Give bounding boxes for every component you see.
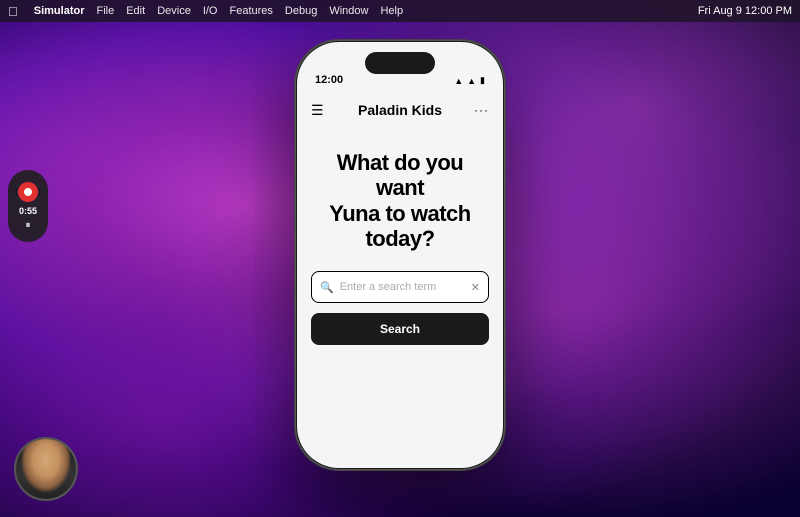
record-icon (24, 188, 32, 196)
window-menu[interactable]: Window (329, 5, 368, 17)
menubar-time: Fri Aug 9 12:00 PM (698, 5, 792, 17)
features-menu[interactable]: Features (229, 5, 272, 17)
apple-menu[interactable]:  (8, 4, 18, 19)
avatar (14, 437, 78, 501)
search-bar[interactable]: 🔍 Enter a search term ✕ (311, 271, 489, 303)
status-time: 12:00 (315, 74, 343, 86)
file-menu[interactable]: File (96, 5, 114, 17)
help-menu[interactable]: Help (380, 5, 403, 17)
search-input[interactable]: Enter a search term (340, 281, 465, 293)
record-button[interactable] (18, 182, 38, 202)
pause-icon[interactable]: ⏸ (26, 220, 31, 231)
app-content: What do you want Yuna to watch today? 🔍 … (297, 130, 503, 468)
dynamic-island (365, 52, 435, 74)
desktop:  Simulator File Edit Device I/O Feature… (0, 0, 800, 517)
menubar-left:  Simulator File Edit Device I/O Feature… (8, 4, 403, 19)
wifi-icon: ▲ (467, 76, 476, 86)
hero-line2: Yuna to watch today? (329, 201, 470, 251)
device-menu[interactable]: Device (157, 5, 191, 17)
iphone-frame: 12:00 ▲ ▲ ▮ ☰ Paladin Kids ··· What do y… (295, 40, 505, 470)
status-icons: ▲ ▲ ▮ (454, 75, 485, 86)
hamburger-icon[interactable]: ☰ (311, 102, 324, 119)
search-button[interactable]: Search (311, 313, 489, 345)
dots-icon[interactable]: ··· (474, 103, 489, 117)
iphone-screen: 12:00 ▲ ▲ ▮ ☰ Paladin Kids ··· What do y… (297, 42, 503, 468)
menubar:  Simulator File Edit Device I/O Feature… (0, 0, 800, 22)
edit-menu[interactable]: Edit (126, 5, 145, 17)
app-title: Paladin Kids (358, 102, 442, 118)
clear-icon[interactable]: ✕ (471, 281, 480, 294)
avatar-image (16, 439, 76, 499)
battery-icon: ▮ (480, 75, 485, 86)
recording-widget[interactable]: 0:55 ⏸ (8, 170, 48, 242)
record-time: 0:55 (19, 206, 37, 216)
signal-icon: ▲ (454, 76, 463, 86)
debug-menu[interactable]: Debug (285, 5, 317, 17)
search-mag-icon: 🔍 (320, 281, 334, 294)
app-name-label[interactable]: Simulator (34, 5, 85, 17)
menubar-right: Fri Aug 9 12:00 PM (698, 5, 792, 17)
hero-line1: What do you want (337, 150, 463, 200)
search-button-label: Search (380, 322, 420, 336)
app-header: ☰ Paladin Kids ··· (297, 90, 503, 130)
hero-text: What do you want Yuna to watch today? (311, 150, 489, 251)
io-menu[interactable]: I/O (203, 5, 218, 17)
